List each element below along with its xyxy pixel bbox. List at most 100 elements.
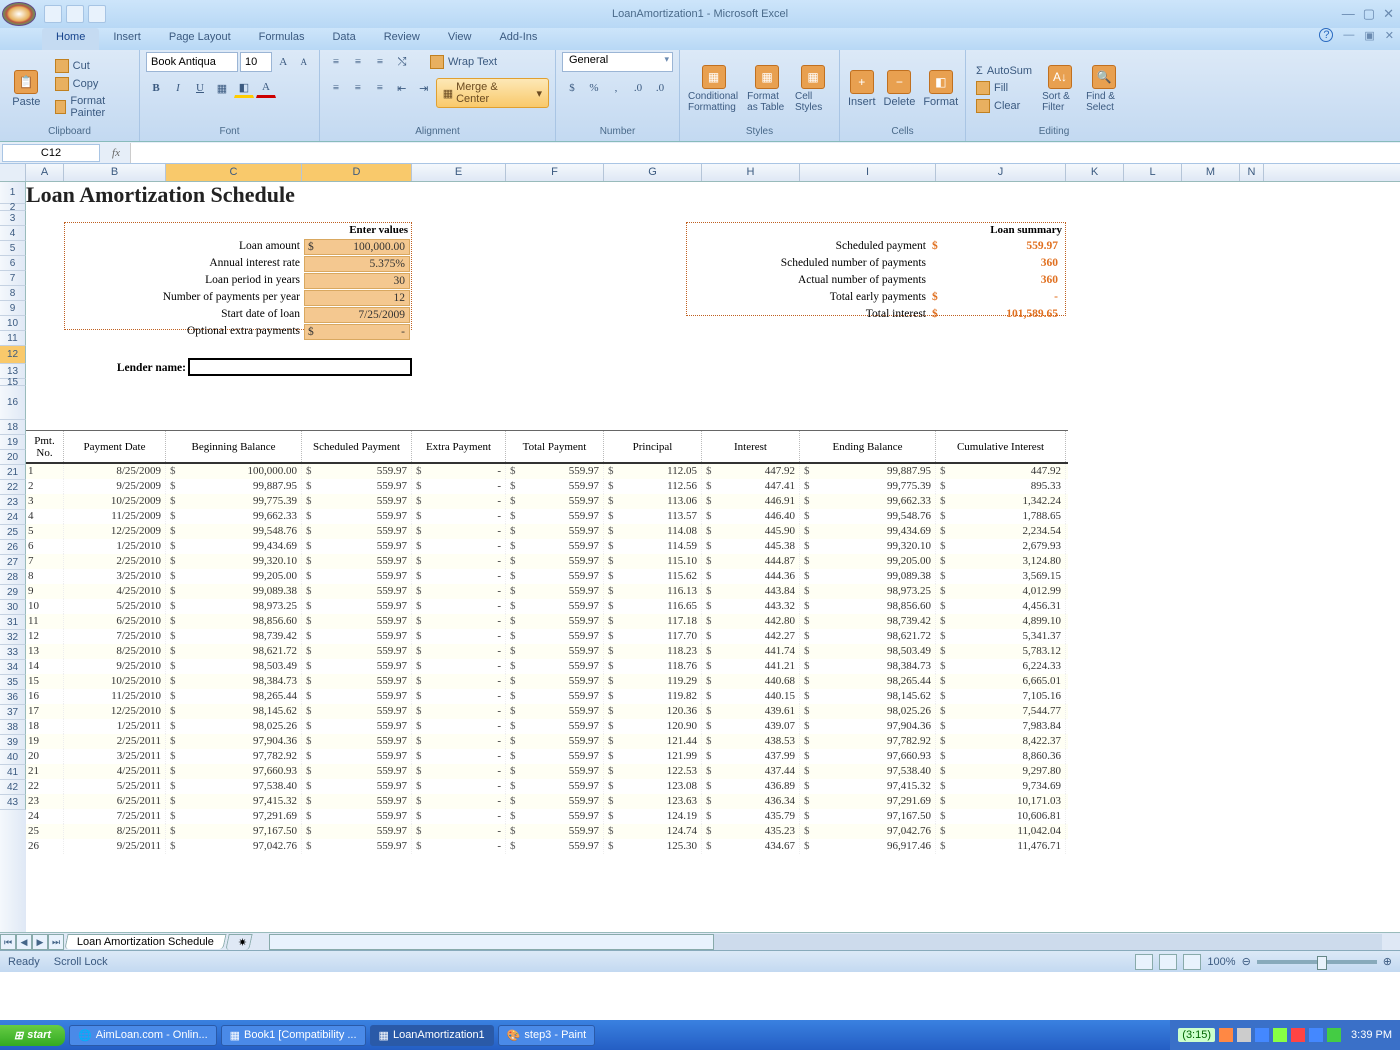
row-header[interactable]: 38: [0, 720, 26, 735]
row-header[interactable]: 20: [0, 450, 26, 465]
table-row[interactable]: 1712/25/201098,145.62559.97-559.97120.36…: [26, 704, 1068, 719]
font-size-select[interactable]: [240, 52, 272, 72]
row-header[interactable]: 10: [0, 316, 26, 331]
column-header[interactable]: A: [26, 164, 64, 181]
row-header[interactable]: 26: [0, 540, 26, 555]
tab-formulas[interactable]: Formulas: [245, 28, 319, 50]
tab-data[interactable]: Data: [318, 28, 369, 50]
table-header[interactable]: Interest: [702, 431, 800, 462]
table-row[interactable]: 18/25/2009100,000.00559.97-559.97112.054…: [26, 464, 1068, 479]
input-value[interactable]: 30: [304, 273, 410, 289]
paste-button[interactable]: 📋Paste: [6, 68, 47, 110]
zoom-in-button[interactable]: ⊕: [1383, 955, 1392, 968]
view-normal-button[interactable]: [1135, 954, 1153, 970]
table-row[interactable]: 512/25/200999,548.76559.97-559.97114.084…: [26, 524, 1068, 539]
input-value[interactable]: 12: [304, 290, 410, 306]
column-header[interactable]: B: [64, 164, 166, 181]
align-top-button[interactable]: ≡: [326, 52, 346, 72]
row-header[interactable]: 37: [0, 705, 26, 720]
column-header[interactable]: M: [1182, 164, 1240, 181]
format-as-table-button[interactable]: ▦Format as Table: [745, 63, 789, 115]
tray-icon[interactable]: [1273, 1028, 1287, 1042]
column-header[interactable]: N: [1240, 164, 1264, 181]
battery-indicator[interactable]: (3:15): [1178, 1028, 1215, 1042]
tab-home[interactable]: Home: [42, 28, 99, 50]
italic-button[interactable]: I: [168, 78, 188, 98]
row-header[interactable]: 22: [0, 480, 26, 495]
table-header[interactable]: Extra Payment: [412, 431, 506, 462]
table-row[interactable]: 1611/25/201098,265.44559.97-559.97119.82…: [26, 689, 1068, 704]
table-row[interactable]: 258/25/201197,167.50559.97-559.97124.744…: [26, 824, 1068, 839]
align-right-button[interactable]: ≡: [370, 78, 390, 98]
font-color-button[interactable]: A: [256, 78, 276, 98]
view-page-layout-button[interactable]: [1159, 954, 1177, 970]
column-header[interactable]: K: [1066, 164, 1124, 181]
zoom-slider[interactable]: [1257, 960, 1377, 964]
taskbar-item[interactable]: 🌐AimLoan.com - Onlin...: [69, 1025, 217, 1046]
table-header[interactable]: Payment Date: [64, 431, 166, 462]
row-header[interactable]: 16: [0, 386, 26, 420]
column-header[interactable]: F: [506, 164, 604, 181]
column-header[interactable]: E: [412, 164, 506, 181]
borders-button[interactable]: ▦: [212, 78, 232, 98]
column-header[interactable]: L: [1124, 164, 1182, 181]
copy-button[interactable]: Copy: [51, 76, 133, 92]
tab-review[interactable]: Review: [370, 28, 434, 50]
row-header[interactable]: 8: [0, 286, 26, 301]
workbook-minimize-button[interactable]: —: [1343, 29, 1354, 41]
row-header[interactable]: 43: [0, 795, 26, 810]
table-row[interactable]: 94/25/201099,089.38559.97-559.97116.1344…: [26, 584, 1068, 599]
tray-icon[interactable]: [1309, 1028, 1323, 1042]
insert-cells-button[interactable]: +Insert: [846, 68, 878, 110]
bold-button[interactable]: B: [146, 78, 166, 98]
tab-nav-last[interactable]: ⏭: [48, 934, 64, 950]
tab-view[interactable]: View: [434, 28, 486, 50]
cell-styles-button[interactable]: ▦Cell Styles: [793, 63, 833, 115]
clear-button[interactable]: Clear: [972, 98, 1036, 114]
tab-addins[interactable]: Add-Ins: [485, 28, 551, 50]
row-header[interactable]: 42: [0, 780, 26, 795]
row-header[interactable]: 35: [0, 675, 26, 690]
horizontal-scrollbar[interactable]: [269, 934, 1382, 950]
table-row[interactable]: 61/25/201099,434.69559.97-559.97114.5944…: [26, 539, 1068, 554]
row-header[interactable]: 1: [0, 182, 26, 204]
row-header[interactable]: 11: [0, 331, 26, 346]
maximize-button[interactable]: ▢: [1363, 6, 1375, 22]
tray-icon[interactable]: [1237, 1028, 1251, 1042]
input-value[interactable]: $-: [304, 324, 410, 340]
row-header[interactable]: 39: [0, 735, 26, 750]
lender-name-input[interactable]: [188, 358, 412, 376]
row-header[interactable]: 18: [0, 420, 26, 435]
workbook-close-button[interactable]: ✕: [1385, 29, 1394, 42]
table-row[interactable]: 247/25/201197,291.69559.97-559.97124.194…: [26, 809, 1068, 824]
row-header[interactable]: 28: [0, 570, 26, 585]
align-left-button[interactable]: ≡: [326, 78, 346, 98]
select-all-button[interactable]: [0, 164, 26, 181]
tray-icon[interactable]: [1291, 1028, 1305, 1042]
font-name-select[interactable]: [146, 52, 238, 72]
shrink-font-button[interactable]: A: [295, 52, 314, 72]
increase-indent-button[interactable]: ⇥: [414, 78, 434, 98]
table-row[interactable]: 105/25/201098,973.25559.97-559.97116.654…: [26, 599, 1068, 614]
table-row[interactable]: 116/25/201098,856.60559.97-559.97117.184…: [26, 614, 1068, 629]
taskbar-item[interactable]: 🎨step3 - Paint: [498, 1025, 595, 1046]
grow-font-button[interactable]: A: [274, 52, 293, 72]
table-row[interactable]: 225/25/201197,538.40559.97-559.97123.084…: [26, 779, 1068, 794]
delete-cells-button[interactable]: −Delete: [882, 68, 918, 110]
tab-page-layout[interactable]: Page Layout: [155, 28, 245, 50]
workbook-restore-button[interactable]: ▣: [1364, 29, 1374, 42]
sheet-tab-active[interactable]: Loan Amortization Schedule: [64, 934, 226, 949]
input-value[interactable]: 5.375%: [304, 256, 410, 272]
tray-icon[interactable]: [1219, 1028, 1233, 1042]
formula-input[interactable]: [130, 143, 1400, 163]
row-header[interactable]: 29: [0, 585, 26, 600]
table-row[interactable]: 203/25/201197,782.92559.97-559.97121.994…: [26, 749, 1068, 764]
tab-insert[interactable]: Insert: [99, 28, 155, 50]
taskbar-item[interactable]: ▦LoanAmortization1: [370, 1025, 494, 1046]
wrap-text-button[interactable]: Wrap Text: [426, 52, 501, 72]
percent-format-button[interactable]: %: [584, 78, 604, 98]
decrease-decimal-button[interactable]: .0: [650, 78, 670, 98]
name-box[interactable]: C12: [2, 144, 100, 162]
table-header[interactable]: Principal: [604, 431, 702, 462]
row-header[interactable]: 5: [0, 241, 26, 256]
